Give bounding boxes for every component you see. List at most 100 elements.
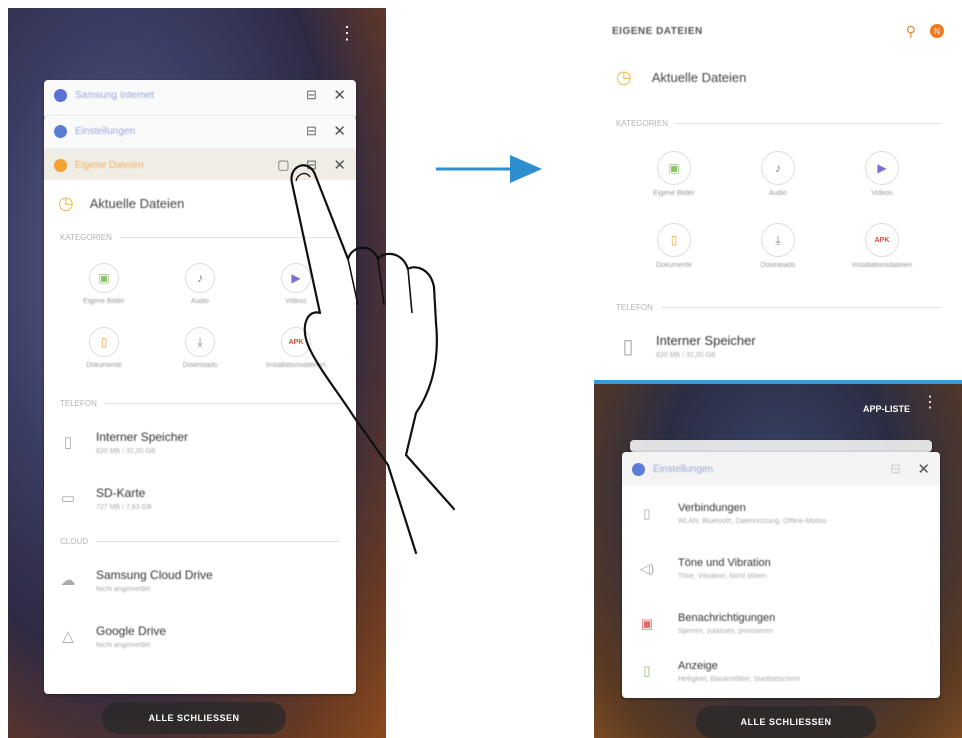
right-phone-screen: EIGENE DATEIEN ⚲ N ◷ Aktuelle Dateien KA… [594,8,962,738]
category-label: Dokumente [656,262,692,269]
recent-card-title: Eigene Dateien [75,159,144,171]
clock-icon: ◷ [58,192,74,213]
phone-header: TELEFON [60,398,97,408]
setting-name: Töne und Vibration [678,557,771,569]
settings-connections[interactable]: ▯ Verbindungen WLAN, Bluetooth, Datennut… [622,486,940,541]
category-videos[interactable]: ▶ Videos [830,138,934,210]
image-icon: ▣ [89,263,119,293]
hand-gesture-icon [290,164,456,555]
setting-name: Benachrichtigungen [678,612,776,624]
notifications-icon: ▣ [640,615,654,631]
settings-display[interactable]: ▯ Anzeige Helligkeit, Blaulichtfilter, S… [622,651,940,691]
sd-card-icon: ▭ [60,490,76,507]
settings-sounds[interactable]: ◁) Töne und Vibration Töne, Vibration, N… [622,541,940,596]
category-label: Installationsdateien [852,262,912,269]
category-downloads[interactable]: ⤓ Downloads [726,210,830,282]
recent-card-settings[interactable]: Einstellungen ⊟ ✕ ▯ Verbindungen WLAN, B… [622,452,940,698]
storage-name: Interner Speicher [656,333,756,348]
recent-card-title: Samsung Internet [75,89,154,101]
search-icon[interactable]: ⚲ [906,23,916,40]
category-images[interactable]: ▣ Eigene Bilder [622,138,726,210]
setting-detail: WLAN, Bluetooth, Datennutzung, Offline-M… [678,518,827,525]
setting-detail: Helligkeit, Blaulichtfilter, Startbildsc… [678,675,800,683]
settings-app-icon [632,462,645,476]
category-downloads[interactable]: ⤓ Downloads [152,316,248,380]
google-drive-icon: △ [62,628,74,645]
storage-internal[interactable]: ▯ Interner Speicher 820 MB / 32,00 GB [594,318,962,374]
samsung-internet-icon [54,88,67,102]
category-documents[interactable]: ▯ Dokumente [56,316,152,380]
category-installation-files[interactable]: APK Installationsdateien [830,210,934,282]
recent-card-samsung-internet[interactable]: Samsung Internet ⊟ ✕ [44,80,356,120]
setting-name: Anzeige [678,659,718,672]
music-note-icon: ♪ [185,263,215,293]
category-label: Dokumente [86,362,122,369]
storage-name: SD-Karte [96,485,146,500]
category-label: Audio [769,190,787,197]
category-images[interactable]: ▣ Eigene Bilder [56,252,152,316]
cloud-google-drive[interactable]: △ Google Drive Nicht angemeldet [44,608,356,664]
document-icon: ▯ [657,223,691,257]
phone-header: TELEFON [616,302,653,312]
storage-detail: 820 MB / 32,00 GB [656,352,716,359]
category-label: Audio [191,298,209,305]
setting-detail: Sperren, zulassen, priorisieren [678,628,773,635]
more-options-icon[interactable]: ⋮ [922,395,938,411]
split-screen-icon[interactable]: ⊟ [303,87,319,103]
download-icon: ⤓ [185,327,215,357]
setting-name: Verbindungen [678,502,746,514]
close-icon[interactable]: ✕ [333,86,346,104]
category-label: Downloads [760,262,796,269]
close-icon[interactable]: ✕ [333,122,346,140]
phone-icon: ▯ [622,335,634,358]
music-note-icon: ♪ [761,151,795,185]
category-documents[interactable]: ▯ Dokumente [622,210,726,282]
category-audio[interactable]: ♪ Audio [152,252,248,316]
recent-files-row[interactable]: ◷ Aktuelle Dateien [594,54,962,100]
category-audio[interactable]: ♪ Audio [726,138,830,210]
categories-grid: ▣ Eigene Bilder ♪ Audio ▶ Videos ▯ Dokum… [594,134,962,286]
close-all-button[interactable]: ALLE SCHLIESSEN [696,706,876,738]
my-files-app-icon [54,158,67,172]
recent-files-label: Aktuelle Dateien [89,195,185,211]
clock-icon: ◷ [616,66,632,87]
page-title: EIGENE DATEIEN [612,25,703,37]
close-all-button[interactable]: ALLE SCHLIESSEN [102,702,286,734]
section-header: KATEGORIEN [594,112,962,134]
category-label: Videos [871,190,893,197]
category-label: Downloads [182,362,218,369]
cloud-name: Google Drive [96,623,167,638]
app-list-button[interactable]: APP-LISTE [863,404,910,414]
video-icon: ▶ [865,151,899,185]
recent-card-stack [630,440,932,452]
categories-header: KATEGORIEN [616,118,668,128]
settings-notifications[interactable]: ▣ Benachrichtigungen Sperren, zulassen, … [622,596,940,651]
settings-app-icon [54,124,67,138]
cloud-detail: Nicht angemeldet [96,641,151,649]
storage-name: Interner Speicher [96,429,189,444]
section-header: TELEFON [594,296,962,318]
categories-header: KATEGORIEN [60,232,112,242]
image-icon: ▣ [657,151,691,185]
close-icon[interactable]: ✕ [917,460,930,478]
recent-card-title: Einstellungen [653,463,714,475]
category-label: Eigene Bilder [653,190,695,197]
recent-card-title: Einstellungen [75,125,136,137]
split-screen-icon[interactable]: ⊟ [887,461,903,477]
speaker-icon: ◁) [639,560,655,576]
my-files-split-view: EIGENE DATEIEN ⚲ N ◷ Aktuelle Dateien KA… [594,8,962,380]
notification-badge[interactable]: N [930,24,944,38]
document-icon: ▯ [89,327,119,357]
cloud-icon: ☁ [60,572,76,589]
display-icon: ▯ [643,663,651,678]
download-icon: ⤓ [761,223,795,257]
more-options-icon[interactable]: ⋮ [338,24,356,42]
setting-detail: Töne, Vibration, Nicht stören [678,573,767,580]
category-label: Eigene Bilder [83,298,125,305]
cloud-header: CLOUD [60,536,89,546]
split-screen-icon[interactable]: ⊟ [303,123,319,139]
phone-icon: ▯ [63,434,73,451]
connections-icon: ▯ [643,505,651,521]
storage-detail: 820 MB / 32,00 GB [96,447,156,455]
cloud-samsung[interactable]: ☁ Samsung Cloud Drive Nicht angemeldet [44,552,356,608]
